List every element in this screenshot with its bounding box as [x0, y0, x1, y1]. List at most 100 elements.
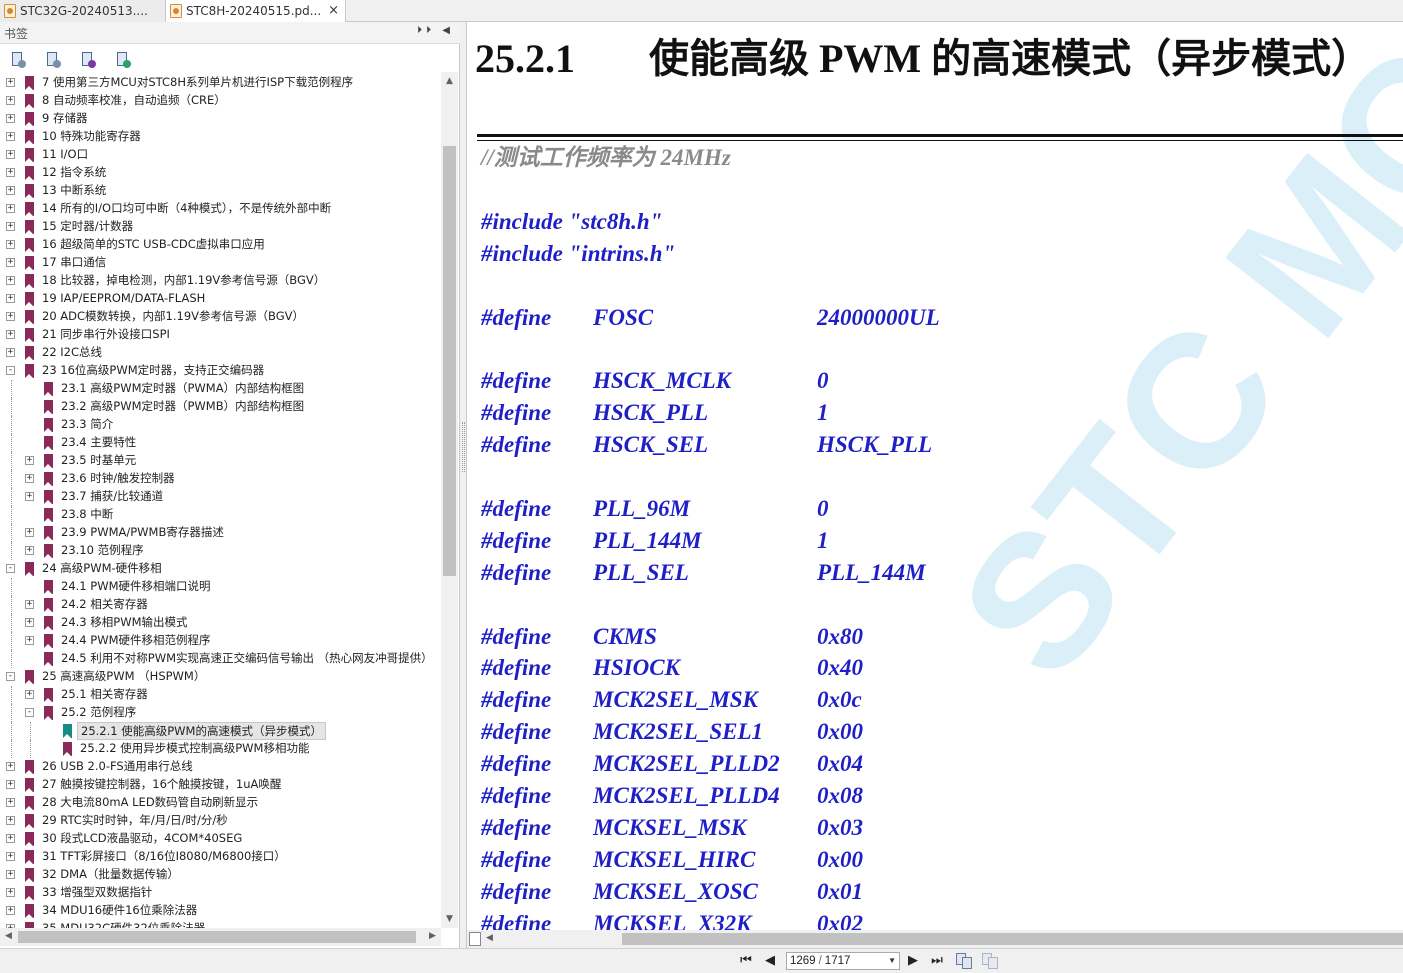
bookmark-item[interactable]: +28 大电流80mA LED数码管自动刷新显示	[0, 794, 441, 812]
bookmark-item[interactable]: +7 使用第三方MCU对STC8H系列单片机进行ISP下载范例程序	[0, 74, 441, 92]
bookmark-item[interactable]: +26 USB 2.0-FS通用串行总线	[0, 758, 441, 776]
collapse-icon[interactable]: -	[6, 366, 15, 375]
expand-icon[interactable]: +	[6, 258, 15, 267]
scroll-right-icon[interactable]: ▶	[424, 931, 441, 941]
first-page-icon[interactable]: ⏮	[738, 953, 754, 969]
bookmark-item[interactable]: +17 串口通信	[0, 254, 441, 272]
bookmark-item[interactable]: +21 同步串行外设接口SPI	[0, 326, 441, 344]
bookmark-item[interactable]: +29 RTC实时时钟，年/月/日/时/分/秒	[0, 812, 441, 830]
bookmark-item[interactable]: +24.2 相关寄存器	[0, 596, 441, 614]
scroll-left-icon[interactable]: ◀	[481, 933, 498, 943]
expand-icon[interactable]: +	[25, 690, 34, 699]
expand-icon[interactable]: +	[25, 474, 34, 483]
bookmark-item[interactable]: - 25.2 范例程序	[0, 704, 441, 722]
bookmark-item[interactable]: +30 段式LCD液晶驱动，4COM*40SEG	[0, 830, 441, 848]
expand-icon[interactable]: +	[6, 132, 15, 141]
bookmark-item[interactable]: 24.5 利用不对称PWM实现高速正交编码信号输出 （热心网友冲哥提供）	[0, 650, 441, 668]
expand-icon[interactable]: +	[6, 348, 15, 357]
expand-icon[interactable]: +	[6, 888, 15, 897]
document-view[interactable]: STC MCU 25.2.1 使能高级 PWM 的高速模式（异步模式） //测试工…	[467, 22, 1403, 930]
panel-header-buttons[interactable]: ⏵⏵ ◀	[417, 25, 454, 36]
expand-icon[interactable]: +	[6, 294, 15, 303]
expand-icon[interactable]: +	[6, 906, 15, 915]
collapse-icon[interactable]: -	[25, 708, 34, 717]
bookmark-item[interactable]: +25.1 相关寄存器	[0, 686, 441, 704]
bookmark-item[interactable]: +34 MDU16硬件16位乘除法器	[0, 902, 441, 920]
scrollbar-thumb[interactable]	[622, 933, 1403, 945]
bookmark-item[interactable]: +20 ADC模数转换，内部1.19V参考信号源（BGV）	[0, 308, 441, 326]
bookmark-item[interactable]: +16 超级简单的STC USB-CDC虚拟串口应用	[0, 236, 441, 254]
expand-icon[interactable]: +	[25, 636, 34, 645]
expand-icon[interactable]: +	[25, 492, 34, 501]
expand-icon[interactable]: +	[6, 780, 15, 789]
expand-icon[interactable]: +	[6, 150, 15, 159]
panel-splitter[interactable]	[460, 22, 467, 948]
expand-icon[interactable]: +	[6, 276, 15, 285]
expand-icon[interactable]: +	[6, 222, 15, 231]
expand-bookmark-icon[interactable]	[10, 52, 26, 68]
bookmark-item[interactable]: +33 增强型双数据指针	[0, 884, 441, 902]
scrollbar-thumb[interactable]	[443, 146, 456, 576]
bookmark-item[interactable]: 24.1 PWM硬件移相端口说明	[0, 578, 441, 596]
scroll-up-icon[interactable]: ▲	[441, 76, 458, 86]
bookmark-item[interactable]: 23.4 主要特性	[0, 434, 441, 452]
splitter-grip[interactable]	[462, 422, 465, 472]
previous-view-icon[interactable]	[956, 953, 973, 969]
expand-icon[interactable]: +	[6, 204, 15, 213]
bookmark-item[interactable]: +31 TFT彩屏接口（8/16位I8080/M6800接口）	[0, 848, 441, 866]
bookmark-item[interactable]: +19 IAP/EEPROM/DATA-FLASH	[0, 290, 441, 308]
expand-icon[interactable]: +	[6, 816, 15, 825]
bookmark-item[interactable]: +23.5 时基单元	[0, 452, 441, 470]
expand-icon[interactable]: +	[25, 456, 34, 465]
collapse-bookmark-icon[interactable]	[45, 52, 61, 68]
scroll-left-icon[interactable]: ◀	[0, 931, 17, 941]
bookmark-item[interactable]: +15 定时器/计数器	[0, 218, 441, 236]
bookmark-item[interactable]: +27 触摸按键控制器，16个触摸按键，1uA唤醒	[0, 776, 441, 794]
bookmark-item[interactable]: - 24 高级PWM-硬件移相	[0, 560, 441, 578]
expand-icon[interactable]: +	[6, 78, 15, 87]
bookmark-item[interactable]: 25.2.1 使能高级PWM的高速模式（异步模式）	[0, 722, 441, 740]
next-page-icon[interactable]: ▶	[905, 953, 921, 969]
bookmark-item[interactable]: +8 自动频率校准，自动追频（CRE）	[0, 92, 441, 110]
bookmark-item[interactable]: 23.2 高级PWM定时器（PWMB）内部结构框图	[0, 398, 441, 416]
expand-icon[interactable]: +	[6, 834, 15, 843]
tab-stc8h[interactable]: STC8H-20240515.pd... ×	[166, 0, 346, 22]
expand-icon[interactable]: +	[6, 186, 15, 195]
expand-icon[interactable]: +	[6, 240, 15, 249]
expand-icon[interactable]: +	[6, 870, 15, 879]
bookmark-item[interactable]: 25.2.2 使用异步模式控制高级PWM移相功能	[0, 740, 441, 758]
expand-icon[interactable]: +	[6, 762, 15, 771]
add-bookmark-icon[interactable]	[115, 52, 131, 68]
bookmark-item[interactable]: +11 I/O口	[0, 146, 441, 164]
expand-icon[interactable]: +	[6, 852, 15, 861]
bookmark-item[interactable]: +23.10 范例程序	[0, 542, 441, 560]
bookmark-item[interactable]: +12 指令系统	[0, 164, 441, 182]
collapse-icon[interactable]: -	[6, 564, 15, 573]
scroll-down-icon[interactable]: ▼	[441, 914, 458, 924]
expand-icon[interactable]: +	[25, 546, 34, 555]
page-number-field[interactable]: 1269/1717 ▼	[786, 952, 900, 970]
document-horizontal-scrollbar[interactable]: ◀	[467, 930, 1403, 948]
chevron-down-icon[interactable]: ▼	[888, 953, 896, 969]
expand-icon[interactable]: +	[25, 528, 34, 537]
expand-icon[interactable]: +	[6, 330, 15, 339]
bookmark-item[interactable]: +18 比较器，掉电检测，内部1.19V参考信号源（BGV）	[0, 272, 441, 290]
bookmark-item[interactable]: +24.3 移相PWM输出模式	[0, 614, 441, 632]
bookmark-item[interactable]: +23.7 捕获/比较通道	[0, 488, 441, 506]
expand-icon[interactable]: +	[25, 618, 34, 627]
expand-icon[interactable]: +	[6, 312, 15, 321]
bookmark-item[interactable]: +22 I2C总线	[0, 344, 441, 362]
expand-icon[interactable]: +	[6, 96, 15, 105]
bookmark-item[interactable]: +23.9 PWMA/PWMB寄存器描述	[0, 524, 441, 542]
bookmark-item[interactable]: +24.4 PWM硬件移相范例程序	[0, 632, 441, 650]
bookmark-item[interactable]: - 23 16位高级PWM定时器，支持正交编码器	[0, 362, 441, 380]
previous-page-icon[interactable]: ◀	[762, 953, 778, 969]
bookmark-item[interactable]: +10 特殊功能寄存器	[0, 128, 441, 146]
expand-icon[interactable]: +	[25, 600, 34, 609]
bookmark-item[interactable]: +14 所有的I/O口均可中断（4种模式），不是传统外部中断	[0, 200, 441, 218]
collapse-icon[interactable]: -	[6, 672, 15, 681]
bookmark-item[interactable]: +23.6 时钟/触发控制器	[0, 470, 441, 488]
goto-bookmark-icon[interactable]	[80, 52, 96, 68]
expand-icon[interactable]: +	[6, 168, 15, 177]
bookmark-item[interactable]: 23.1 高级PWM定时器（PWMA）内部结构框图	[0, 380, 441, 398]
